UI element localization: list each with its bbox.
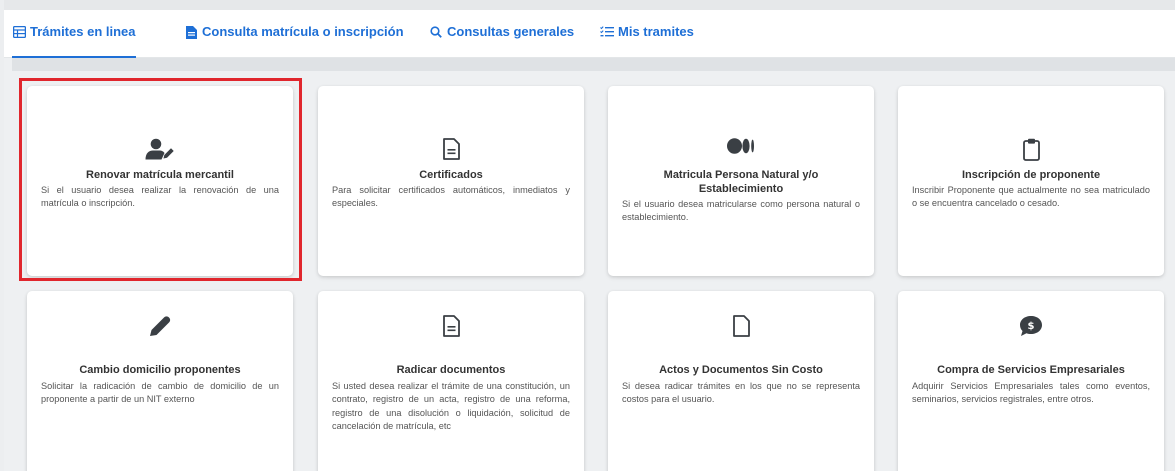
card-title: Inscripción de proponente — [961, 169, 1101, 181]
tab-label: Consultas generales — [447, 24, 575, 39]
document-icon — [184, 24, 198, 40]
pen-icon — [27, 315, 293, 341]
card-cambio-domicilio[interactable]: Cambio domicilio proponentes Solicitar l… — [27, 291, 293, 471]
card-title: Certificados — [419, 169, 483, 181]
card-title: Compra de Servicios Empresariales — [937, 364, 1125, 376]
medium-logo-icon — [608, 138, 874, 164]
user-edit-icon — [27, 138, 293, 164]
card-description: Si usted desea realizar el trámite de un… — [332, 381, 570, 432]
card-description: Adquirir Servicios Empresariales tales c… — [912, 381, 1150, 405]
card-certificados[interactable]: Certificados Para solicitar certificados… — [318, 86, 584, 276]
card-renovar-matricula[interactable]: Renovar matrícula mercantil Si el usuari… — [27, 86, 293, 276]
file-icon — [608, 315, 874, 341]
card-description: Para solicitar certificados automáticos,… — [332, 185, 570, 209]
file-text-icon — [318, 138, 584, 164]
tab-consultas-generales[interactable]: Consultas generales — [429, 24, 574, 58]
tab-bar: Trámites en linea Consulta matrícula o i… — [4, 10, 1175, 58]
tab-consulta-matricula[interactable]: Consulta matrícula o inscripción — [184, 24, 404, 58]
svg-text:$: $ — [1028, 321, 1035, 332]
comment-dollar-icon: $ — [898, 315, 1164, 341]
card-compra-servicios-empresariales[interactable]: $ Compra de Servicios Empresariales Adqu… — [898, 291, 1164, 471]
content-header-band — [12, 58, 1175, 71]
table-icon — [12, 24, 26, 40]
card-radicar-documentos[interactable]: Radicar documentos Si usted desea realiz… — [318, 291, 584, 471]
search-icon — [429, 24, 443, 40]
list-check-icon — [600, 24, 614, 40]
tab-label: Consulta matrícula o inscripción — [202, 24, 404, 39]
card-title: Radicar documentos — [396, 364, 506, 376]
tab-mis-tramites[interactable]: Mis tramites — [600, 24, 694, 58]
card-description: Si el usuario desea matricularse como pe… — [622, 199, 860, 223]
card-description: Si el usuario desea realizar la renovaci… — [41, 185, 279, 209]
card-title: Actos y Documentos Sin Costo — [659, 364, 823, 376]
card-description: Si desea radicar trámites en los que no … — [622, 381, 860, 405]
card-title: Cambio domicilio proponentes — [79, 364, 241, 376]
card-description: Inscribir Proponente que actualmente no … — [912, 185, 1150, 209]
tab-tramites-en-linea[interactable]: Trámites en linea — [12, 24, 136, 58]
card-actos-documentos-sin-costo[interactable]: Actos y Documentos Sin Costo Si desea ra… — [608, 291, 874, 471]
card-matricula-persona-natural[interactable]: Matricula Persona Natural y/o Establecim… — [608, 86, 874, 276]
clipboard-icon — [898, 138, 1164, 164]
card-inscripcion-proponente[interactable]: Inscripción de proponente Inscribir Prop… — [898, 86, 1164, 276]
card-title: Matricula Persona Natural y/o Establecim… — [663, 169, 819, 195]
top-strip — [0, 0, 1175, 10]
card-description: Solicitar la radicación de cambio de dom… — [41, 381, 279, 405]
card-title: Renovar matrícula mercantil — [86, 169, 234, 181]
tab-label: Mis tramites — [618, 24, 694, 39]
file-text-icon — [318, 315, 584, 341]
tab-label: Trámites en linea — [30, 24, 136, 39]
